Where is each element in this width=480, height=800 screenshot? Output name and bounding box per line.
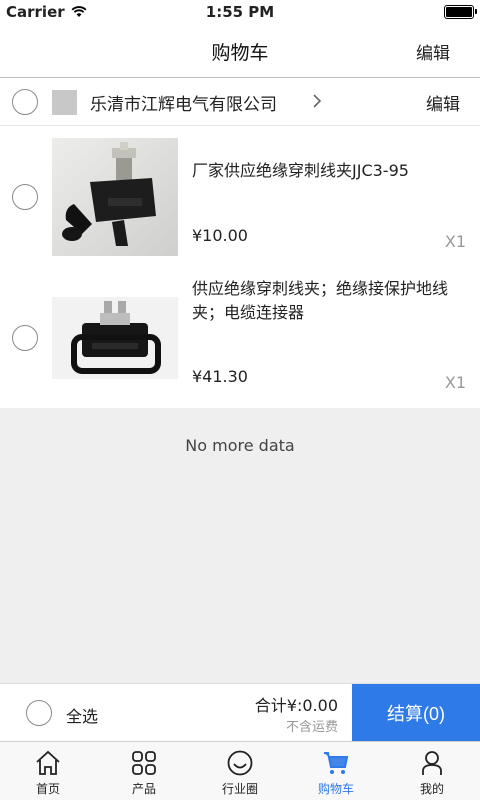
tab-bar: 首页 产品 行业圈 购物车 我的 — [0, 741, 480, 800]
tab-cart-label: 购物车 — [317, 782, 354, 796]
cart-item-list: 厂家供应绝缘穿刺线夹JJC3-95 ¥10.00 X1 供应绝缘穿刺线夹；绝缘接… — [0, 126, 480, 408]
list-end-message: No more data — [185, 436, 295, 455]
store-select-radio[interactable] — [12, 89, 38, 115]
item-quantity: X1 — [444, 373, 466, 392]
tab-products-label: 产品 — [131, 782, 156, 796]
select-all-radio[interactable] — [26, 700, 52, 726]
item-quantity: X1 — [444, 232, 466, 251]
checkout-button[interactable]: 结算(0) — [352, 684, 480, 742]
tab-home-label: 首页 — [35, 782, 60, 796]
item-price: ¥41.30 — [192, 367, 248, 386]
status-time: 1:55 PM — [205, 3, 275, 21]
cart-item[interactable]: 供应绝缘穿刺线夹；绝缘接保护地线夹；电缆连接器 ¥41.30 X1 — [0, 267, 480, 408]
item-select-radio[interactable] — [12, 325, 38, 351]
cart-item[interactable]: 厂家供应绝缘穿刺线夹JJC3-95 ¥10.00 X1 — [0, 126, 480, 267]
home-icon — [36, 750, 60, 775]
battery-icon — [444, 5, 477, 19]
status-bar: Carrier 1:55 PM — [0, 0, 480, 24]
chevron-right-icon[interactable] — [308, 92, 326, 110]
tab-community[interactable]: 行业圈 — [192, 742, 288, 800]
total-amount: 合计¥:0.00 — [254, 696, 338, 715]
item-title[interactable]: 厂家供应绝缘穿刺线夹JJC3-95 — [192, 159, 468, 183]
select-all-label[interactable]: 全选 — [66, 703, 98, 727]
grid-icon — [132, 751, 156, 775]
item-price: ¥10.00 — [192, 226, 248, 245]
store-edit-button[interactable]: 编辑 — [426, 90, 460, 115]
tab-cart[interactable]: 购物车 — [288, 742, 384, 800]
user-icon — [422, 751, 442, 775]
cart-screen: Carrier 1:55 PM 购物车 编辑 乐清市江辉电气有限公司 编辑 厂家… — [0, 0, 480, 800]
tab-products[interactable]: 产品 — [96, 742, 192, 800]
item-title[interactable]: 供应绝缘穿刺线夹；绝缘接保护地线夹；电缆连接器 — [192, 277, 468, 325]
tab-profile-label: 我的 — [419, 782, 444, 796]
tab-community-label: 行业圈 — [221, 782, 258, 796]
tab-profile[interactable]: 我的 — [384, 742, 480, 800]
cart-icon — [324, 752, 349, 774]
product-image[interactable] — [52, 297, 178, 379]
store-logo — [52, 90, 77, 115]
clamp-image-2 — [52, 297, 178, 379]
checkout-bar: 全选 合计¥:0.00 不含运费 结算(0) — [0, 683, 480, 742]
shipping-note: 不含运费 — [285, 720, 338, 735]
store-header: 乐清市江辉电气有限公司 编辑 — [0, 78, 480, 126]
product-image[interactable] — [52, 138, 178, 256]
item-select-radio[interactable] — [12, 184, 38, 210]
navigation-bar: 购物车 编辑 — [0, 24, 480, 78]
store-name-link[interactable]: 乐清市江辉电气有限公司 — [90, 90, 277, 115]
smile-icon — [227, 750, 253, 776]
page-title: 购物车 — [211, 42, 269, 64]
clamp-image-1 — [52, 138, 178, 256]
tab-home[interactable]: 首页 — [0, 742, 96, 800]
edit-button[interactable]: 编辑 — [416, 39, 450, 64]
